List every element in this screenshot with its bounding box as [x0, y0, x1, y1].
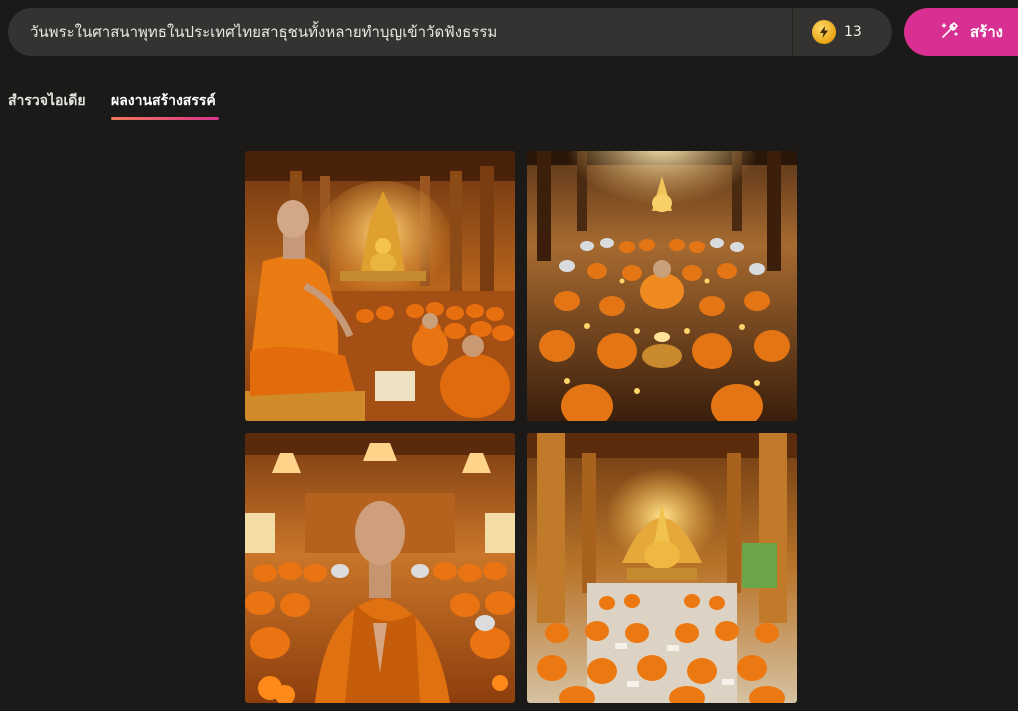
- credits-indicator[interactable]: 13: [812, 20, 862, 44]
- active-tab-underline: [111, 117, 219, 120]
- prompt-input[interactable]: วันพระในศาสนาพุทธในประเทศไทยสาธุชนทั้งหล…: [30, 8, 790, 56]
- prompt-box[interactable]: วันพระในศาสนาพุทธในประเทศไทยสาธุชนทั้งหล…: [8, 8, 892, 56]
- generated-image-4[interactable]: [527, 433, 797, 703]
- divider: [792, 8, 793, 56]
- top-bar: วันพระในศาสนาพุทธในประเทศไทยสาธุชนทั้งหล…: [0, 0, 1018, 70]
- credit-count: 13: [844, 24, 862, 40]
- generated-image-2[interactable]: [527, 151, 797, 421]
- generated-image-3[interactable]: [245, 433, 515, 703]
- wand-icon: [940, 20, 960, 44]
- tab-creations[interactable]: ผลงานสร้างสรรค์: [111, 90, 216, 112]
- coin-bolt-icon: [812, 20, 836, 44]
- create-label: สร้าง: [970, 23, 1003, 41]
- generated-image-1[interactable]: [245, 151, 515, 421]
- image-gallery: [245, 151, 798, 704]
- tab-explore-ideas[interactable]: สำรวจไอเดีย: [8, 90, 86, 112]
- create-button[interactable]: สร้าง: [904, 8, 1018, 56]
